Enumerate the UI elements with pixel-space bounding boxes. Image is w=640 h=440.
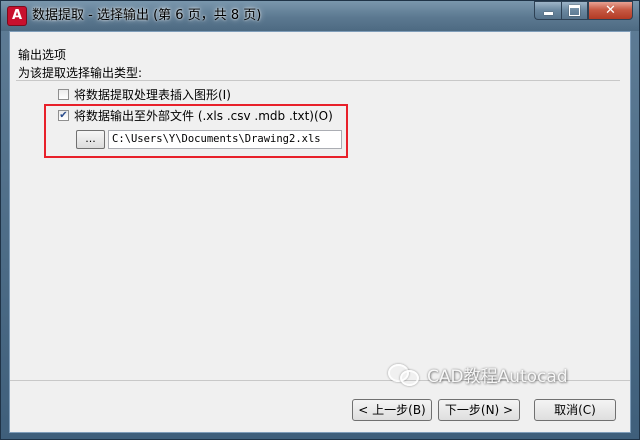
minimize-icon	[543, 12, 553, 15]
cancel-button[interactable]: 取消(C)	[534, 399, 616, 421]
insert-table-checkbox[interactable]	[58, 89, 69, 100]
close-button[interactable]: ✕	[588, 1, 633, 20]
section-subtitle: 为该提取选择输出类型:	[18, 66, 143, 80]
maximize-button[interactable]	[561, 1, 588, 20]
back-button[interactable]: < 上一步(B)	[352, 399, 432, 421]
close-icon: ✕	[605, 3, 616, 18]
window-controls: ✕	[534, 1, 633, 20]
insert-table-option[interactable]: 将数据提取处理表插入图形(I)	[58, 86, 231, 103]
next-button[interactable]: 下一步(N) >	[438, 399, 520, 421]
group-divider	[16, 80, 620, 82]
autocad-logo-icon[interactable]: A	[8, 7, 26, 25]
insert-table-label: 将数据提取处理表插入图形(I)	[74, 88, 231, 102]
highlight-annotation	[44, 104, 348, 158]
dialog-content: 输出选项 为该提取选择输出类型: 将数据提取处理表插入图形(I) ✔ 将数据输出…	[9, 31, 631, 433]
title-bar[interactable]: A 数据提取 - 选择输出 (第 6 页，共 8 页) ✕	[1, 1, 639, 31]
minimize-button[interactable]	[534, 1, 561, 20]
dialog-window: A 数据提取 - 选择输出 (第 6 页，共 8 页) ✕ 输出选项 为该提取选…	[0, 0, 640, 440]
window-title: 数据提取 - 选择输出 (第 6 页，共 8 页)	[32, 8, 262, 23]
section-title: 输出选项	[18, 48, 67, 62]
maximize-icon	[569, 5, 580, 16]
